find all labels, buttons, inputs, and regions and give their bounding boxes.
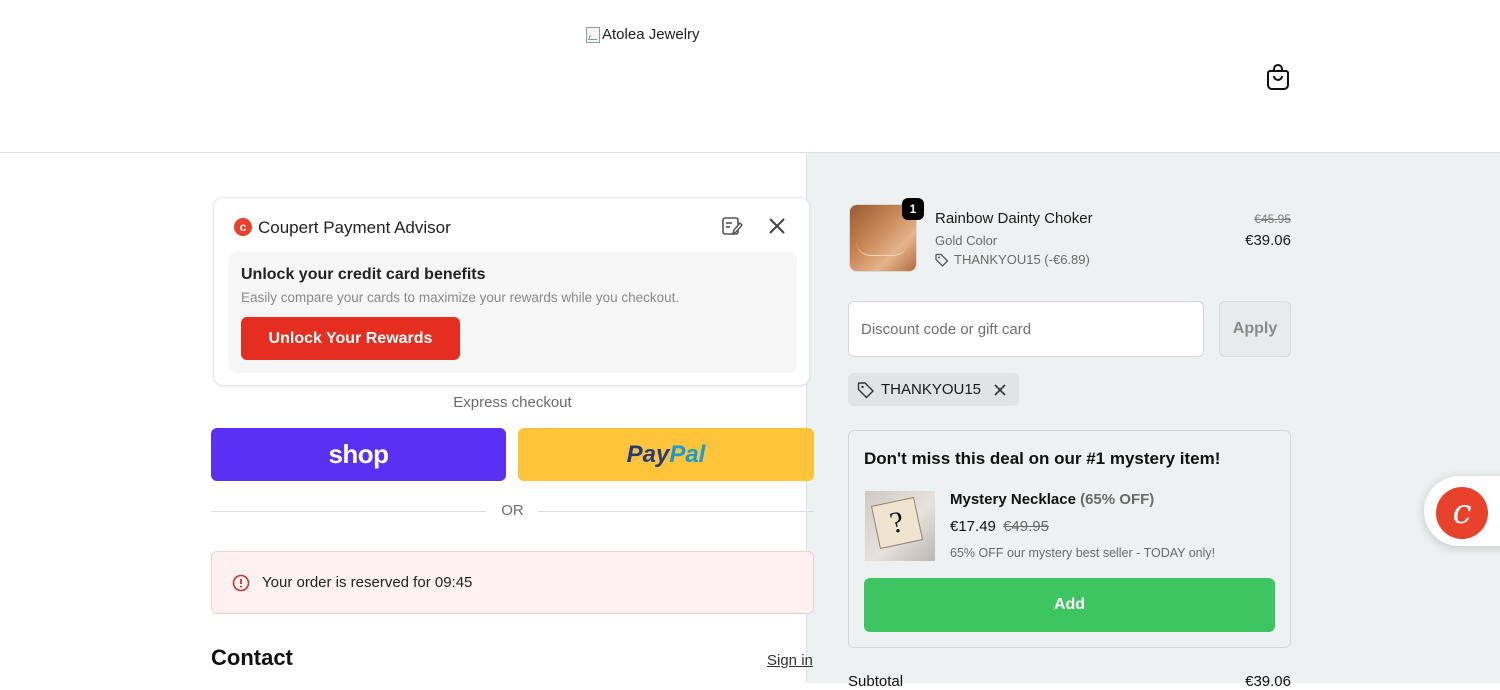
discount-code-input[interactable] <box>848 301 1204 357</box>
upsell-product-name: Mystery Necklace (65% OFF) <box>950 491 1154 508</box>
tag-icon <box>935 253 949 267</box>
tag-icon <box>857 381 874 398</box>
applied-discount-chip: THANKYOU15 <box>848 373 1020 406</box>
benefits-subtitle: Easily compare your cards to maximize yo… <box>241 290 680 305</box>
add-upsell-button[interactable]: Add <box>864 578 1275 632</box>
sign-in-link[interactable]: Sign in <box>767 652 813 669</box>
subtotal-label: Subtotal <box>848 673 904 690</box>
paypal-button[interactable]: Pay Pal <box>518 428 814 481</box>
upsell-product-title: Mystery Necklace <box>950 491 1076 508</box>
mystery-necklace-image: ? <box>865 491 935 561</box>
upsell-product-off: (65% OFF) <box>1080 491 1155 508</box>
product-name: Rainbow Dainty Choker <box>935 210 1093 227</box>
upsell-original-price: €49.95 <box>1003 518 1049 535</box>
apply-discount-button[interactable]: Apply <box>1219 301 1291 357</box>
remove-code-icon[interactable] <box>993 383 1007 397</box>
express-checkout-label: Express checkout <box>453 394 572 411</box>
applied-code-text: THANKYOU15 <box>881 381 982 398</box>
cart-button[interactable] <box>1264 62 1292 92</box>
product-variant: Gold Color <box>935 233 998 248</box>
upsell-title: Don't miss this deal on our #1 mystery i… <box>864 449 1221 468</box>
coupert-title: Coupert Payment Advisor <box>258 218 451 237</box>
upsell-price: €17.49 €49.95 <box>950 518 1049 535</box>
upsell-description: 65% OFF our mystery best seller - TODAY … <box>950 546 1216 560</box>
broken-image-icon <box>586 26 600 43</box>
shopping-bag-icon <box>1267 64 1289 90</box>
close-icon[interactable] <box>766 215 788 237</box>
paypal-logo-part1: Pay <box>626 440 670 468</box>
coupert-logo-icon: c <box>1436 487 1488 539</box>
credit-card-benefits-card: Unlock your credit card benefits Easily … <box>229 252 797 373</box>
site-header: Atolea Jewelry <box>0 0 1500 153</box>
product-discount: THANKYOU15 (-€6.89) <box>935 252 1090 267</box>
store-logo[interactable]: Atolea Jewelry <box>586 26 700 43</box>
coupert-floating-button[interactable]: c <box>1424 476 1500 546</box>
or-divider: OR <box>211 502 814 522</box>
subtotal-value: €39.06 <box>1245 673 1291 690</box>
reservation-text: Your order is reserved for 09:45 <box>262 574 473 591</box>
coupert-logo-icon: c <box>234 218 252 236</box>
shop-pay-button[interactable]: shop <box>211 428 506 481</box>
upsell-current-price: €17.49 <box>950 518 996 535</box>
product-current-price: €39.06 <box>1245 232 1291 249</box>
quantity-badge: 1 <box>902 198 924 220</box>
reservation-banner: Your order is reserved for 09:45 <box>211 551 814 614</box>
store-logo-alt-text: Atolea Jewelry <box>602 26 700 43</box>
contact-heading: Contact <box>211 645 293 670</box>
upsell-card: Don't miss this deal on our #1 mystery i… <box>848 430 1291 648</box>
shop-pay-logo: shop <box>328 439 389 469</box>
product-original-price: €45.95 <box>1254 212 1291 226</box>
coupert-advisor-popup: c Coupert Payment Advisor Unlock your cr… <box>213 197 810 386</box>
edit-icon[interactable] <box>721 215 743 237</box>
paypal-logo-part2: Pal <box>669 440 706 468</box>
product-discount-text: THANKYOU15 (-€6.89) <box>954 252 1090 267</box>
benefits-title: Unlock your credit card benefits <box>241 266 486 283</box>
divider-line-right <box>538 511 814 512</box>
question-mark-box: ? <box>870 496 924 550</box>
alert-circle-icon <box>232 574 250 592</box>
unlock-rewards-button[interactable]: Unlock Your Rewards <box>241 317 460 360</box>
